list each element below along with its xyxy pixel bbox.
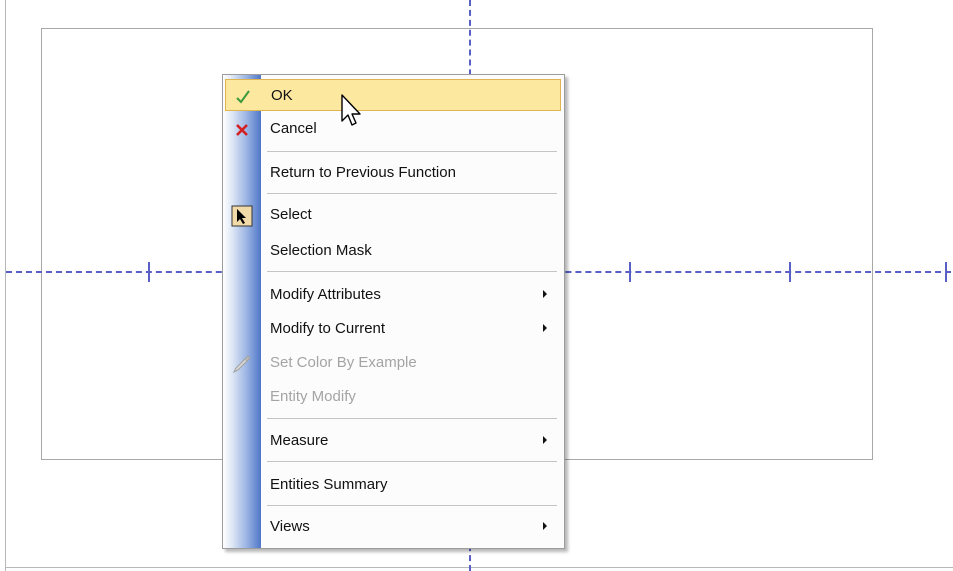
viewport-left-border: [5, 0, 6, 571]
menu-separator: [267, 271, 557, 272]
menu-item-label: Modify to Current: [270, 320, 386, 337]
menu-item-label: Modify Attributes: [270, 286, 381, 303]
menu-item-label: Cancel: [270, 120, 317, 137]
menu-item-cancel[interactable]: Cancel: [225, 113, 561, 145]
x-icon: [236, 124, 248, 136]
axis-tick: [148, 262, 150, 282]
menu-item-entities-summary[interactable]: Entities Summary: [225, 469, 561, 501]
menu-item-label: OK: [271, 87, 293, 104]
select-arrow-icon: [231, 205, 253, 227]
axis-tick: [945, 262, 947, 282]
menu-item-label: Measure: [270, 432, 329, 449]
menu-item-views[interactable]: Views: [225, 511, 561, 543]
menu-item-ok[interactable]: OK: [225, 79, 561, 111]
menu-item-label: Entity Modify: [270, 388, 356, 405]
menu-item-measure[interactable]: Measure: [225, 425, 561, 457]
menu-item-return-previous[interactable]: Return to Previous Function: [225, 157, 561, 189]
menu-separator: [267, 151, 557, 152]
menu-item-modify-attributes[interactable]: Modify Attributes: [225, 279, 561, 311]
submenu-arrow-icon: [543, 522, 547, 530]
menu-item-entity-modify: Entity Modify: [225, 381, 561, 413]
menu-separator: [267, 461, 557, 462]
menu-item-label: Views: [270, 518, 310, 535]
menu-separator: [267, 193, 557, 194]
menu-item-select[interactable]: Select: [225, 199, 561, 231]
menu-item-label: Set Color By Example: [270, 354, 417, 371]
menu-item-label: Return to Previous Function: [270, 164, 456, 181]
menu-separator: [267, 418, 557, 419]
menu-item-label: Entities Summary: [270, 476, 388, 493]
menu-separator: [267, 505, 557, 506]
axis-tick: [629, 262, 631, 282]
mouse-cursor-icon: [341, 94, 361, 126]
submenu-arrow-icon: [543, 324, 547, 332]
eyedropper-icon: [232, 355, 251, 374]
menu-item-label: Selection Mask: [270, 242, 372, 259]
axis-tick: [789, 262, 791, 282]
menu-item-modify-to-current[interactable]: Modify to Current: [225, 313, 561, 345]
checkmark-icon: [236, 90, 250, 104]
submenu-arrow-icon: [543, 436, 547, 444]
viewport-bottom-border: [5, 567, 953, 568]
menu-item-selection-mask[interactable]: Selection Mask: [225, 235, 561, 267]
menu-item-set-color-by-example: Set Color By Example: [225, 347, 561, 379]
context-menu: OK Cancel Return to Previous Function Se…: [222, 74, 565, 549]
menu-item-label: Select: [270, 206, 312, 223]
submenu-arrow-icon: [543, 290, 547, 298]
